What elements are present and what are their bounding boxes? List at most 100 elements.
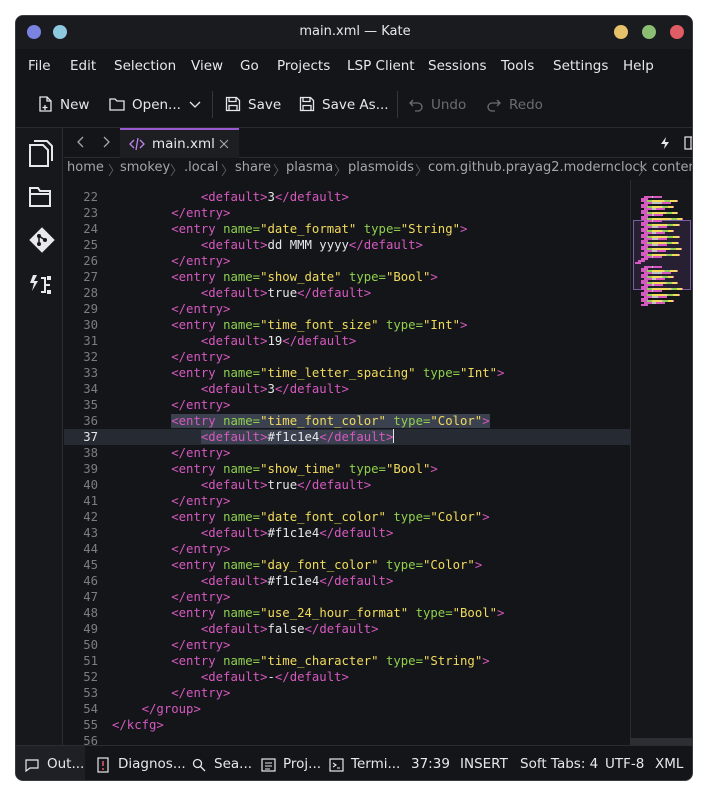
code-line[interactable]: 54 </group> <box>64 701 630 717</box>
split-view-icon[interactable] <box>684 136 693 150</box>
code-line[interactable]: 42 <entry name="date_font_color" type="C… <box>64 509 630 525</box>
code-line[interactable]: 49 <default>false</default> <box>64 621 630 637</box>
code-editor[interactable]: 22 <default>3</default> 23 </entry> 24 <en… <box>64 180 630 745</box>
code-line[interactable]: 32 </entry> <box>64 349 630 365</box>
redo-button[interactable]: Redo <box>485 95 545 115</box>
close-tab-icon[interactable] <box>219 139 229 149</box>
menu-file[interactable]: File <box>28 58 51 74</box>
chevron-right-icon[interactable] <box>99 135 113 149</box>
code-line[interactable]: 44 </entry> <box>64 541 630 557</box>
chevron-left-icon[interactable] <box>74 135 88 149</box>
minimize-button[interactable] <box>614 25 628 39</box>
menu-tools[interactable]: Tools <box>501 58 534 74</box>
code-text: </entry> <box>112 397 230 413</box>
code-token: > <box>460 318 468 332</box>
code-line[interactable]: 22 <default>3</default> <box>64 189 630 205</box>
code-line[interactable]: 50 </entry> <box>64 637 630 653</box>
menu-selection[interactable]: Selection <box>114 58 176 74</box>
menu-sessions[interactable]: Sessions <box>428 58 487 74</box>
documents-icon[interactable] <box>27 138 53 167</box>
code-line[interactable]: 46 <default>#f1c1e4</default> <box>64 573 630 589</box>
code-line[interactable]: 53 </entry> <box>64 685 630 701</box>
title-bar[interactable]: main.xml — Kate <box>16 16 692 49</box>
breadcrumb-item[interactable]: home <box>67 160 104 175</box>
code-text: <default>#f1c1e4</default> <box>112 429 395 445</box>
breadcrumb-item[interactable]: plasmoids <box>348 160 414 175</box>
cursor-position[interactable]: 37:39 <box>411 756 450 772</box>
maximize-button[interactable] <box>642 25 656 39</box>
code-line[interactable]: 48 <entry name="use_24_hour_format" type… <box>64 605 630 621</box>
code-line[interactable]: 40 <default>true</default> <box>64 477 630 493</box>
breadcrumb-item[interactable]: smokey <box>120 160 170 175</box>
minimap-stroke <box>653 220 662 222</box>
code-line[interactable]: 27 <entry name="show_date" type="Bool"> <box>64 269 630 285</box>
breadcrumb-item[interactable]: com.github.prayag2.modernclock <box>428 160 647 175</box>
code-line[interactable]: 25 <default>dd MMM yyyy</default> <box>64 237 630 253</box>
code-token: </default> <box>319 430 394 444</box>
code-text: </entry> <box>112 301 230 317</box>
save-button[interactable]: Save <box>224 95 284 115</box>
code-token: <default> <box>200 670 268 684</box>
horizontal-scrollbar[interactable] <box>630 738 692 745</box>
new-button[interactable]: New <box>36 95 96 115</box>
code-token: </entry> <box>171 686 231 700</box>
input-mode[interactable]: INSERT <box>460 756 508 772</box>
menu-lsp-client[interactable]: LSP Client <box>347 58 415 74</box>
code-token: <entry <box>171 414 224 428</box>
code-line[interactable]: 30 <entry name="time_font_size" type="In… <box>64 317 630 333</box>
tab-main-xml[interactable]: main.xml <box>120 128 239 158</box>
open-button[interactable]: Open... <box>108 95 188 115</box>
code-line[interactable]: 24 <entry name="date_format" type="Strin… <box>64 221 630 237</box>
open-recent-dropdown[interactable] <box>188 95 204 115</box>
code-line[interactable]: 38 </entry> <box>64 445 630 461</box>
menu-edit[interactable]: Edit <box>70 58 96 74</box>
code-line[interactable]: 56 <box>64 733 630 745</box>
code-line[interactable]: 36 <entry name="time_font_color" type="C… <box>64 413 630 429</box>
code-line[interactable]: 34 <default>3</default> <box>64 381 630 397</box>
code-line[interactable]: 31 <default>19</default> <box>64 333 630 349</box>
code-line[interactable]: 35 </entry> <box>64 397 630 413</box>
minimap-stroke <box>652 202 662 204</box>
code-line[interactable]: 52 <default>-</default> <box>64 669 630 685</box>
code-line[interactable]: 33 <entry name="time_letter_spacing" typ… <box>64 365 630 381</box>
git-icon[interactable] <box>27 225 55 253</box>
encoding-selector[interactable]: UTF-8 <box>605 756 644 772</box>
menu-help[interactable]: Help <box>623 58 654 74</box>
code-line[interactable]: 39 <entry name="show_time" type="Bool"> <box>64 461 630 477</box>
breadcrumb-item[interactable]: share <box>235 160 271 175</box>
close-window-button[interactable] <box>670 25 684 39</box>
code-line[interactable]: 26 </entry> <box>64 253 630 269</box>
left-sidebar <box>16 128 63 745</box>
code-line[interactable]: 37 <default>#f1c1e4</default> <box>64 429 630 445</box>
code-line[interactable]: 47 </entry> <box>64 589 630 605</box>
indentation-settings[interactable]: Soft Tabs: 4 <box>520 756 598 772</box>
code-token: </group> <box>141 702 201 716</box>
code-line[interactable]: 51 <entry name="time_character" type="St… <box>64 653 630 669</box>
breadcrumb-item[interactable]: conter <box>652 160 692 175</box>
filesystem-browser-icon[interactable] <box>27 184 53 210</box>
line-number: 48 <box>83 606 98 620</box>
line-number: 52 <box>83 670 98 684</box>
quick-open-icon[interactable] <box>659 136 671 150</box>
code-line[interactable]: 41 </entry> <box>64 493 630 509</box>
code-token: </default> <box>282 334 357 348</box>
code-line[interactable]: 23 </entry> <box>64 205 630 221</box>
menu-go[interactable]: Go <box>240 58 259 74</box>
menu-projects[interactable]: Projects <box>277 58 330 74</box>
breadcrumb-item[interactable]: plasma <box>286 160 333 175</box>
breadcrumb-item[interactable]: .local <box>184 160 218 175</box>
code-line[interactable]: 29 </entry> <box>64 301 630 317</box>
symbols-icon[interactable] <box>27 272 53 298</box>
code-line[interactable]: 55 </kcfg> <box>64 717 630 733</box>
code-token: </default> <box>274 190 349 204</box>
menu-view[interactable]: View <box>191 58 223 74</box>
undo-button[interactable]: Undo <box>407 95 467 115</box>
syntax-mode-selector[interactable]: XML <box>655 756 683 772</box>
code-line[interactable]: 45 <entry name="day_font_color" type="Co… <box>64 557 630 573</box>
menu-settings[interactable]: Settings <box>553 58 608 74</box>
minimap[interactable] <box>630 180 692 745</box>
code-line[interactable]: 43 <default>#f1c1e4</default> <box>64 525 630 541</box>
save-as-button[interactable]: Save As... <box>298 95 393 115</box>
code-line[interactable]: 28 <default>true</default> <box>64 285 630 301</box>
